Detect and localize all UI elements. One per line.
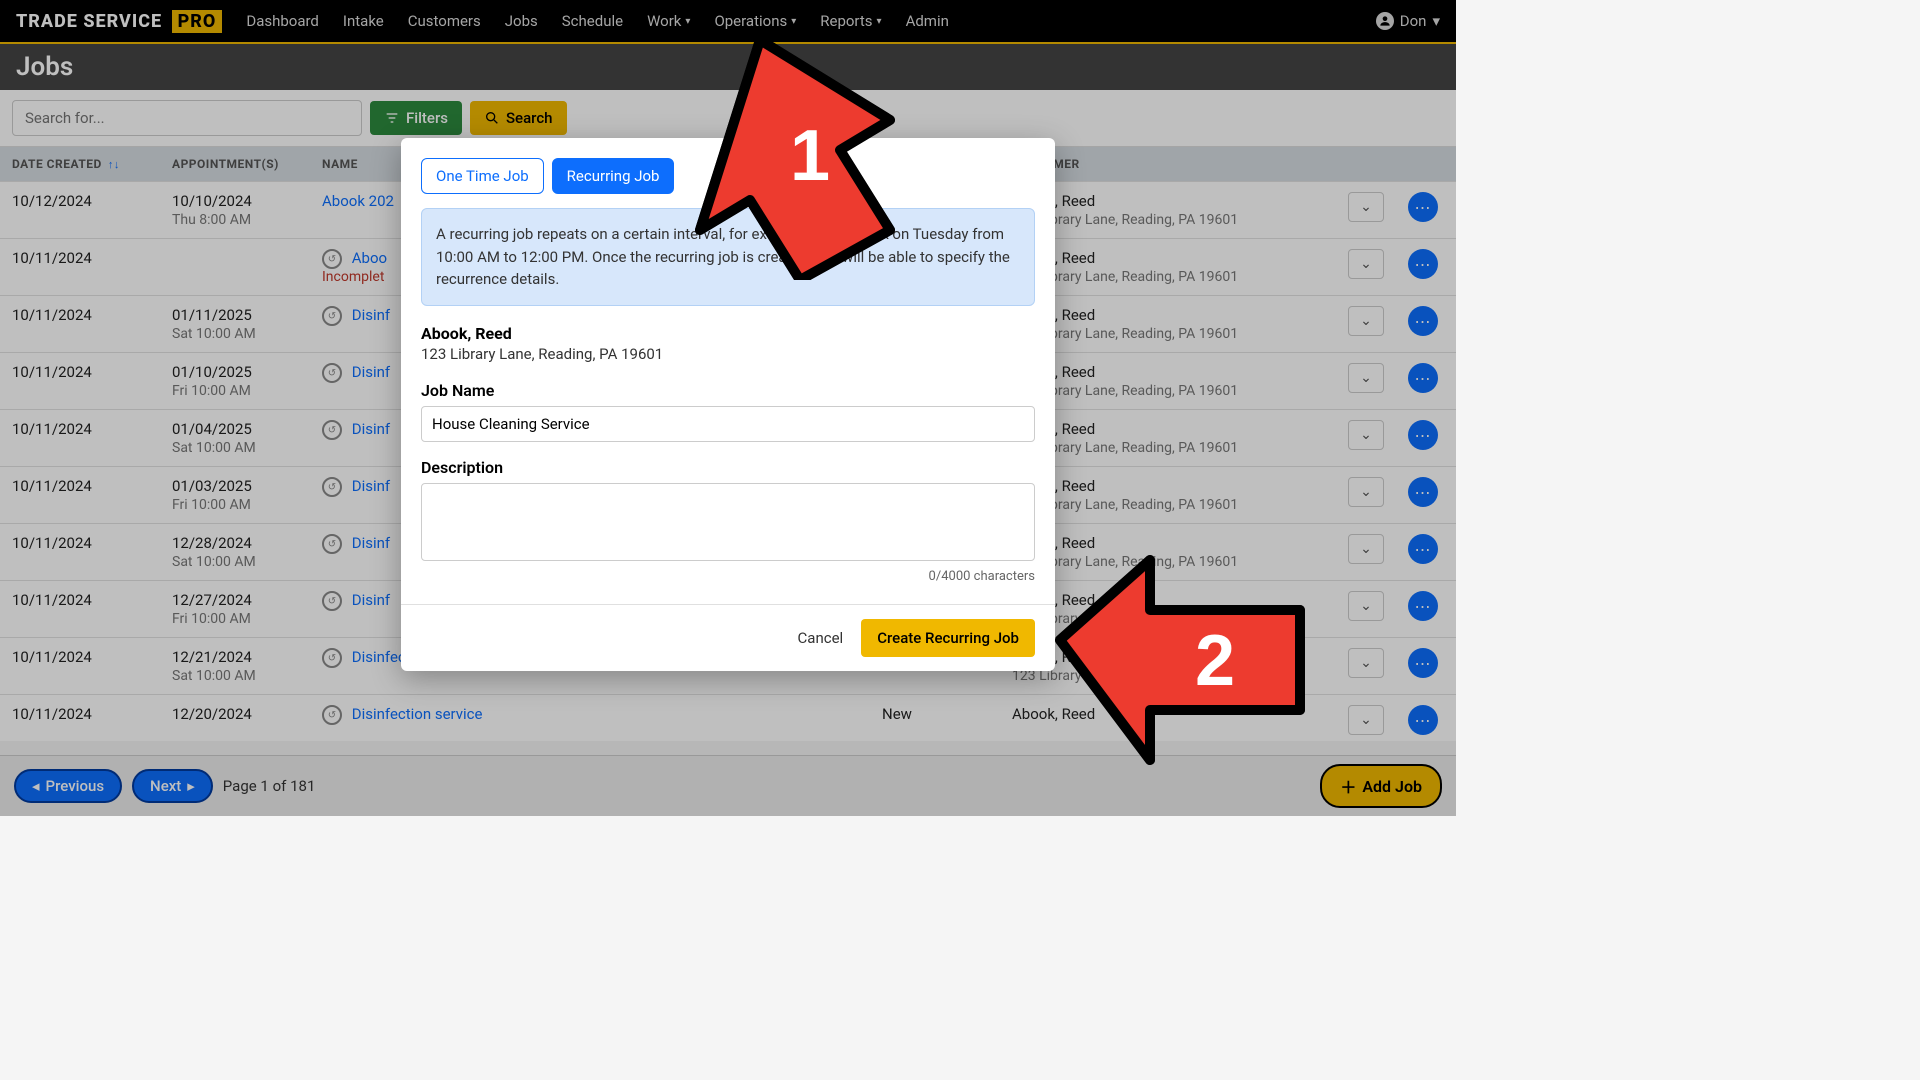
char-count: 0/4000 characters	[421, 569, 1035, 584]
job-name-label: Job Name	[421, 381, 1035, 400]
cancel-button[interactable]: Cancel	[798, 629, 844, 647]
job-type-tabs: One Time Job Recurring Job	[421, 158, 1035, 194]
create-recurring-job-button[interactable]: Create Recurring Job	[861, 619, 1035, 657]
recurring-info-box: A recurring job repeats on a certain int…	[421, 208, 1035, 306]
modal-customer-name: Abook, Reed	[421, 324, 1035, 343]
tab-one-time-job[interactable]: One Time Job	[421, 158, 544, 194]
modal-overlay[interactable]: One Time Job Recurring Job A recurring j…	[0, 0, 1456, 816]
description-label: Description	[421, 458, 1035, 477]
tab-recurring-job[interactable]: Recurring Job	[552, 158, 675, 194]
job-name-input[interactable]	[421, 406, 1035, 442]
modal-footer: Cancel Create Recurring Job	[401, 604, 1055, 671]
create-job-modal: One Time Job Recurring Job A recurring j…	[401, 138, 1055, 671]
modal-customer-address: 123 Library Lane, Reading, PA 19601	[421, 345, 1035, 363]
description-textarea[interactable]	[421, 483, 1035, 561]
